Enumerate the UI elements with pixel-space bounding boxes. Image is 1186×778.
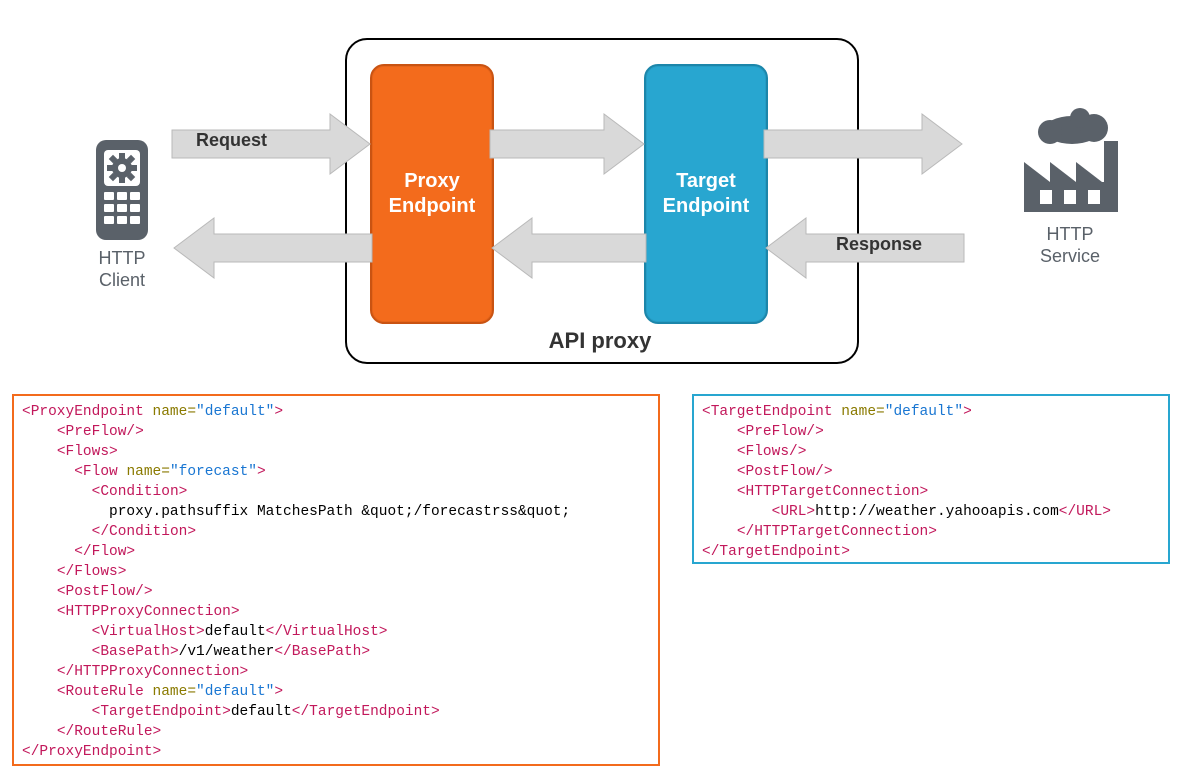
- arrow-target-to-proxy: [488, 216, 648, 280]
- code-line: <Flows>: [22, 442, 650, 462]
- code-line: <VirtualHost>default</VirtualHost>: [22, 622, 650, 642]
- code-line: <Flows/>: [702, 442, 1160, 462]
- diagram-canvas: HTTPClient HTTPService API proxy ProxyEn…: [0, 0, 1186, 778]
- code-line: <HTTPTargetConnection>: [702, 482, 1160, 502]
- response-label: Response: [836, 234, 922, 255]
- factory-icon: [1010, 108, 1130, 218]
- target-endpoint-box: TargetEndpoint: [644, 64, 768, 324]
- proxy-endpoint-xml: <ProxyEndpoint name="default"> <PreFlow/…: [12, 394, 660, 766]
- code-line: </Condition>: [22, 522, 650, 542]
- code-line: <Flow name="forecast">: [22, 462, 650, 482]
- code-line: <TargetEndpoint>default</TargetEndpoint>: [22, 702, 650, 722]
- code-line: </HTTPTargetConnection>: [702, 522, 1160, 542]
- code-line: </RouteRule>: [22, 722, 650, 742]
- phone-icon: [92, 138, 152, 242]
- target-endpoint-xml: <TargetEndpoint name="default"> <PreFlow…: [692, 394, 1170, 564]
- http-service-label: HTTPService: [1022, 224, 1118, 267]
- code-line: <HTTPProxyConnection>: [22, 602, 650, 622]
- code-line: <TargetEndpoint name="default">: [702, 402, 1160, 422]
- code-line: <URL>http://weather.yahooapis.com</URL>: [702, 502, 1160, 522]
- request-label: Request: [196, 130, 267, 151]
- code-line: </ProxyEndpoint>: [22, 742, 650, 762]
- code-line: <Condition>: [22, 482, 650, 502]
- arrow-proxy-to-client: [170, 216, 374, 280]
- code-line: <ProxyEndpoint name="default">: [22, 402, 650, 422]
- code-line: proxy.pathsuffix MatchesPath &quot;/fore…: [22, 502, 650, 522]
- code-line: </Flows>: [22, 562, 650, 582]
- code-line: </TargetEndpoint>: [702, 542, 1160, 562]
- code-line: <PostFlow/>: [702, 462, 1160, 482]
- arrow-target-to-service: [762, 112, 966, 176]
- code-line: <PostFlow/>: [22, 582, 650, 602]
- code-line: <RouteRule name="default">: [22, 682, 650, 702]
- arrow-proxy-to-target: [488, 112, 648, 176]
- api-proxy-label: API proxy: [345, 328, 855, 354]
- proxy-endpoint-box: ProxyEndpoint: [370, 64, 494, 324]
- http-client-label: HTTPClient: [80, 248, 164, 291]
- code-line: </HTTPProxyConnection>: [22, 662, 650, 682]
- code-line: <PreFlow/>: [702, 422, 1160, 442]
- code-line: <BasePath>/v1/weather</BasePath>: [22, 642, 650, 662]
- code-line: <PreFlow/>: [22, 422, 650, 442]
- code-line: </Flow>: [22, 542, 650, 562]
